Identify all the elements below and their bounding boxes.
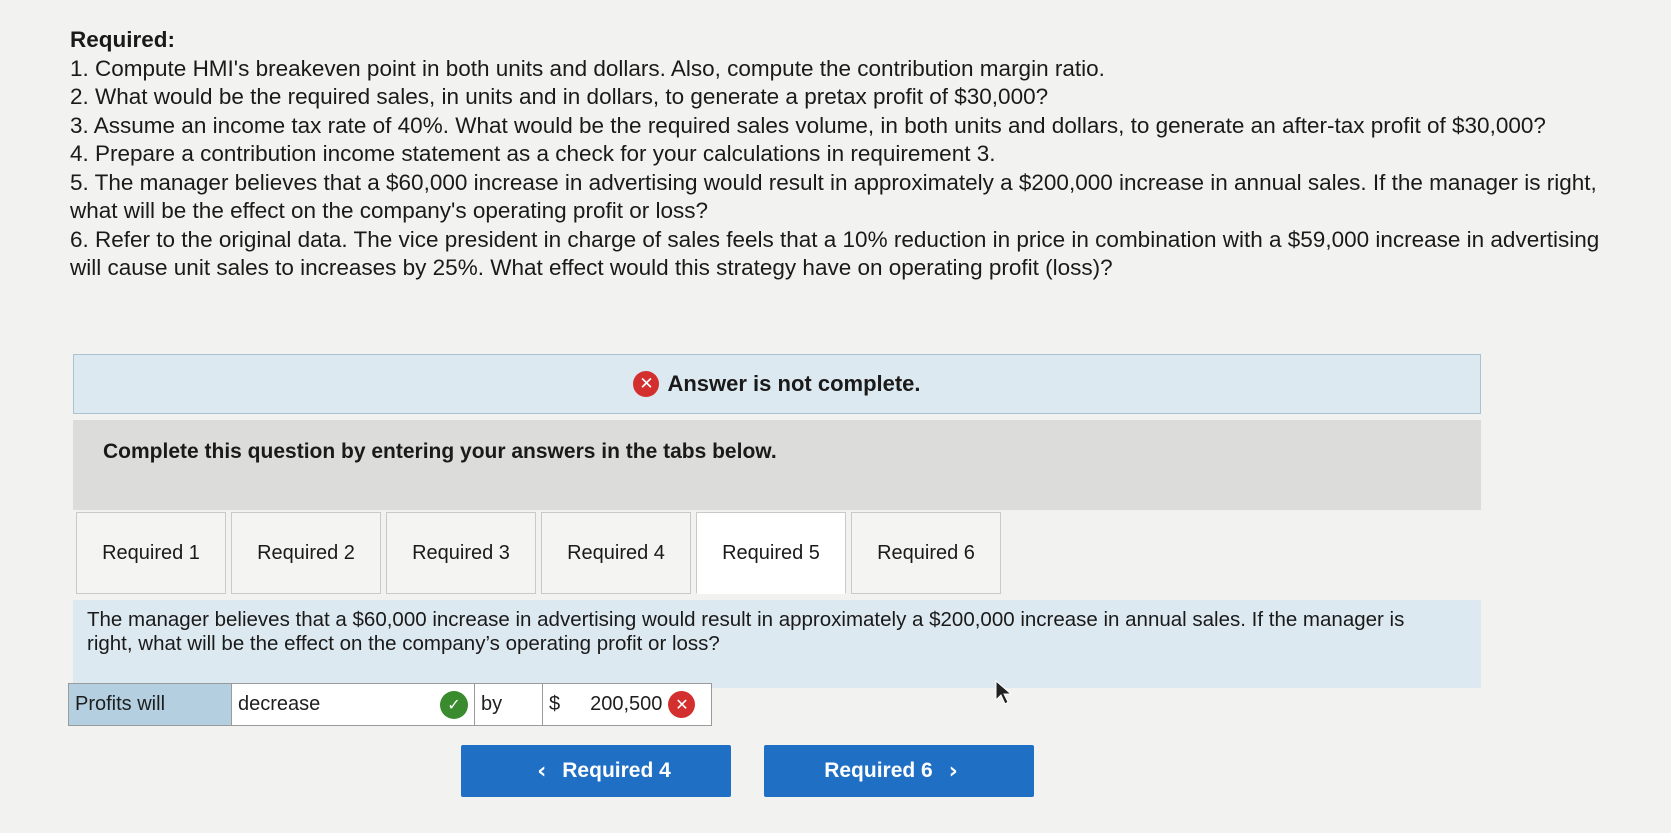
mouse-cursor-icon <box>995 680 1013 705</box>
prev-button-label: Required 4 <box>562 759 671 782</box>
effect-select[interactable]: decrease ✓ <box>232 684 475 725</box>
next-button-label: Required 6 <box>824 759 933 782</box>
requirement-item-1: 1. Compute HMI's breakeven point in both… <box>70 55 1105 81</box>
instruction-text: Complete this question by entering your … <box>103 440 777 463</box>
question-box: The manager believes that a $60,000 incr… <box>73 600 1481 688</box>
requirement-item-5: 5. The manager believes that a $60,000 i… <box>70 169 1597 224</box>
profits-will-label: Profits will <box>69 684 232 725</box>
prev-required-button[interactable]: ‹ Required 4 <box>461 745 731 797</box>
currency-symbol: $ <box>549 693 561 715</box>
requirement-item-4: 4. Prepare a contribution income stateme… <box>70 141 996 166</box>
amount-field[interactable]: $ 200,500 ✕ <box>543 684 711 725</box>
requirement-item-3: 3. Assume an income tax rate of 40%. Wha… <box>70 112 1546 138</box>
tab-required-4[interactable]: Required 4 <box>541 512 691 594</box>
x-circle-icon: ✕ <box>633 371 660 397</box>
amount-value: 200,500 <box>590 693 663 715</box>
required-tabs: Required 1 Required 2 Required 3 Require… <box>76 512 1006 594</box>
tab-required-3[interactable]: Required 3 <box>386 512 536 594</box>
next-required-button[interactable]: Required 6 › <box>764 745 1034 797</box>
tab-required-6[interactable]: Required 6 <box>851 512 1001 594</box>
by-label: by <box>475 684 543 725</box>
instruction-box: Complete this question by entering your … <box>73 420 1481 510</box>
check-circle-icon: ✓ <box>440 690 468 719</box>
tab-required-2[interactable]: Required 2 <box>231 512 381 594</box>
answer-status-banner: ✕ Answer is not complete. <box>73 354 1481 414</box>
tab-required-1[interactable]: Required 1 <box>76 512 226 594</box>
x-circle-icon: ✕ <box>668 691 696 718</box>
chevron-left-icon: ‹ <box>537 758 547 784</box>
effect-select-value: decrease <box>238 693 321 715</box>
requirements-heading: Required: <box>70 27 176 52</box>
chevron-right-icon: › <box>948 758 958 784</box>
requirement-item-2: 2. What would be the required sales, in … <box>70 84 1049 109</box>
requirement-item-6: 6. Refer to the original data. The vice … <box>70 226 1600 281</box>
question-text: The manager believes that a $60,000 incr… <box>87 608 1405 655</box>
tab-required-5[interactable]: Required 5 <box>696 512 846 594</box>
answer-row: Profits will decrease ✓ by $ 200,500 ✕ <box>68 683 712 726</box>
requirements-block: Required: 1. Compute HMI's breakeven poi… <box>70 26 1630 283</box>
answer-status-text: Answer is not complete. <box>667 371 921 396</box>
